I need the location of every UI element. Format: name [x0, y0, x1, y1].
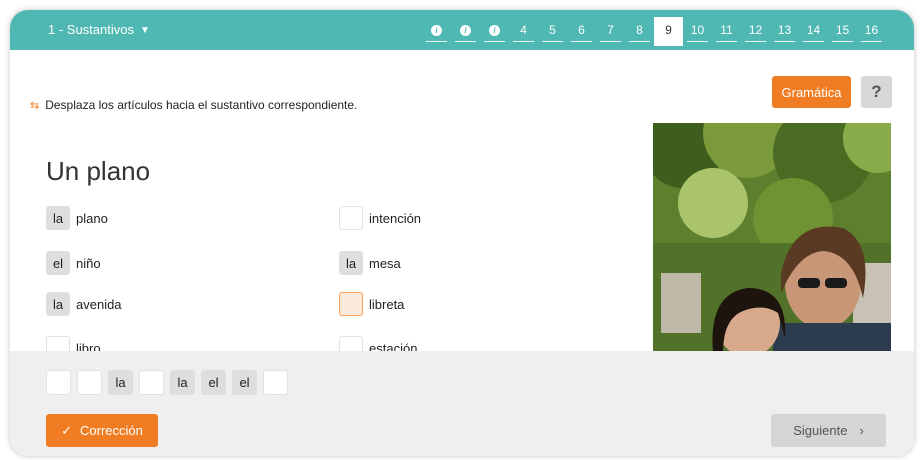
- article-slot[interactable]: el: [46, 251, 70, 275]
- article-tile[interactable]: la: [108, 370, 133, 395]
- page-7-tab[interactable]: 7: [596, 17, 625, 46]
- page-11-tab[interactable]: 11: [712, 17, 741, 46]
- article-tile[interactable]: [139, 370, 164, 395]
- exercise-pager: i i i 4 5 6 7 8 9 10 11 12 13 14 15 16: [422, 17, 886, 46]
- exercise-window: 1 - Sustantivos ▼ i i i 4 5 6 7 8 9 10 11 12 13 14 15 1…: [10, 10, 914, 456]
- item-row: el niño: [46, 251, 101, 275]
- photo-illustration: [653, 123, 891, 353]
- page-2-tab[interactable]: i: [451, 17, 480, 46]
- noun-label: plano: [76, 210, 108, 226]
- info-icon: i: [460, 25, 471, 37]
- info-icon: i: [489, 25, 500, 37]
- page-15-tab[interactable]: 15: [828, 17, 857, 46]
- article-tile[interactable]: [77, 370, 102, 395]
- page-6-tab[interactable]: 6: [567, 17, 596, 46]
- article-tile[interactable]: la: [170, 370, 195, 395]
- page-5-tab[interactable]: 5: [538, 17, 567, 46]
- grammar-button[interactable]: Gramática: [772, 76, 851, 108]
- noun-label: libreta: [369, 296, 405, 312]
- swap-arrows-icon: ⇆: [30, 99, 40, 112]
- page-16-tab[interactable]: 16: [857, 17, 886, 46]
- article-slot[interactable]: [339, 206, 363, 230]
- article-slot[interactable]: la: [46, 206, 70, 230]
- page-13-tab[interactable]: 13: [770, 17, 799, 46]
- page-4-tab[interactable]: 4: [509, 17, 538, 46]
- page-14-tab[interactable]: 14: [799, 17, 828, 46]
- article-slot[interactable]: la: [339, 251, 363, 275]
- next-button[interactable]: Siguiente ›: [771, 414, 886, 447]
- article-tile[interactable]: [46, 370, 71, 395]
- item-row: libreta: [339, 292, 404, 316]
- page-8-tab[interactable]: 8: [625, 17, 654, 46]
- help-button[interactable]: ?: [861, 76, 892, 108]
- noun-label: intención: [369, 210, 422, 226]
- chevron-right-icon: ›: [859, 423, 864, 438]
- item-row: la plano: [46, 206, 108, 230]
- correction-button[interactable]: ✓ Corrección: [46, 414, 158, 447]
- check-icon: ✓: [61, 422, 73, 438]
- bottom-panel: la la el el ✓ Corrección Siguiente ›: [10, 351, 914, 456]
- article-tile[interactable]: el: [201, 370, 226, 395]
- article-slot[interactable]: la: [46, 292, 70, 316]
- item-row: la mesa: [339, 251, 401, 275]
- correction-label: Corrección: [80, 423, 143, 438]
- page-12-tab[interactable]: 12: [741, 17, 770, 46]
- noun-label: mesa: [369, 255, 401, 271]
- chevron-down-icon: ▼: [140, 25, 150, 36]
- unit-label: 1 - Sustantivos: [48, 22, 134, 37]
- instruction: ⇆ Desplaza los artículos hacia el sustan…: [30, 98, 357, 112]
- article-slot[interactable]: [339, 292, 363, 316]
- info-icon: i: [431, 25, 442, 37]
- instruction-text: Desplaza los artículos hacia el sustanti…: [45, 98, 358, 112]
- example-title: Un plano: [46, 156, 151, 186]
- top-bar: 1 - Sustantivos ▼ i i i 4 5 6 7 8 9 10 11 12 13 14 15 1…: [10, 10, 914, 50]
- page-1-tab[interactable]: i: [422, 17, 451, 46]
- noun-label: niño: [76, 255, 101, 271]
- page-3-tab[interactable]: i: [480, 17, 509, 46]
- item-row: intención: [339, 206, 421, 230]
- article-tile[interactable]: [263, 370, 288, 395]
- exercise-photo: [653, 123, 891, 353]
- page-10-tab[interactable]: 10: [683, 17, 712, 46]
- next-label: Siguiente: [793, 423, 848, 438]
- unit-dropdown[interactable]: 1 - Sustantivos ▼: [48, 22, 150, 37]
- page-9-tab[interactable]: 9: [654, 17, 683, 46]
- item-row: la avenida: [46, 292, 122, 316]
- article-tile[interactable]: el: [232, 370, 257, 395]
- article-tray: la la el el: [46, 370, 288, 395]
- noun-label: avenida: [76, 296, 122, 312]
